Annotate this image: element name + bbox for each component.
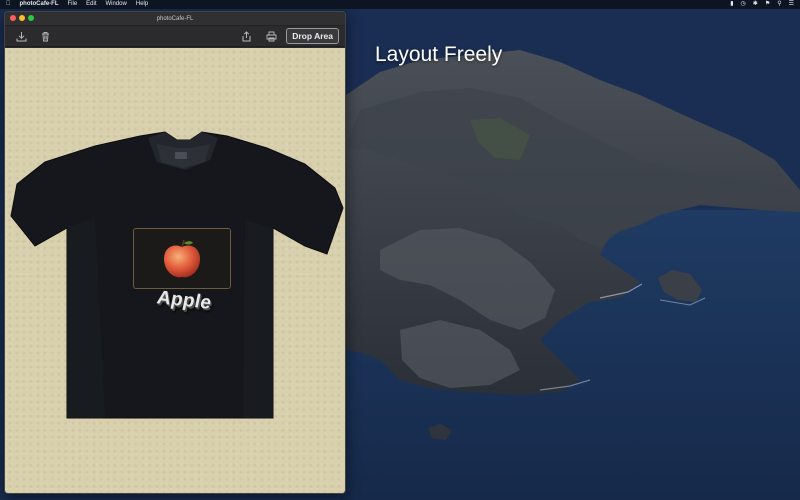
flag-icon[interactable]: ⚑	[765, 0, 770, 9]
print-icon[interactable]	[264, 29, 278, 43]
status-area: ▮ ◷ ✱ ⚑ ⚲ ☰	[723, 0, 794, 9]
app-window: photoCafe-FL Drop Area Apple	[4, 11, 346, 494]
download-icon[interactable]	[14, 29, 28, 43]
search-icon[interactable]: ⚲	[777, 0, 781, 9]
bluetooth-icon[interactable]: ✱	[753, 0, 758, 9]
menu-app-name[interactable]: photoCafe-FL	[20, 0, 59, 9]
menu-bar:  photoCafe-FL File Edit Window Help ▮ ◷…	[0, 0, 800, 9]
canvas-area[interactable]: Apple	[5, 48, 345, 493]
apple-logo-icon[interactable]: 	[6, 0, 11, 9]
trash-icon[interactable]	[38, 29, 52, 43]
battery-icon[interactable]: ▮	[730, 0, 733, 9]
headline-text: Layout Freely	[375, 43, 503, 66]
menu-edit[interactable]: Edit	[86, 0, 96, 9]
wifi-icon[interactable]: ☰	[789, 0, 794, 9]
menu-help[interactable]: Help	[136, 0, 148, 9]
apple-photo-frame[interactable]	[133, 228, 231, 289]
clock-icon[interactable]: ◷	[741, 0, 746, 9]
title-bar[interactable]: photoCafe-FL	[5, 12, 345, 26]
apple-image	[164, 239, 200, 277]
window-title: photoCafe-FL	[156, 16, 194, 22]
menu-file[interactable]: File	[68, 0, 78, 9]
drop-area-button[interactable]: Drop Area	[286, 28, 339, 44]
share-icon[interactable]	[239, 29, 253, 43]
menu-window[interactable]: Window	[106, 0, 127, 9]
toolbar: Drop Area	[5, 26, 345, 47]
